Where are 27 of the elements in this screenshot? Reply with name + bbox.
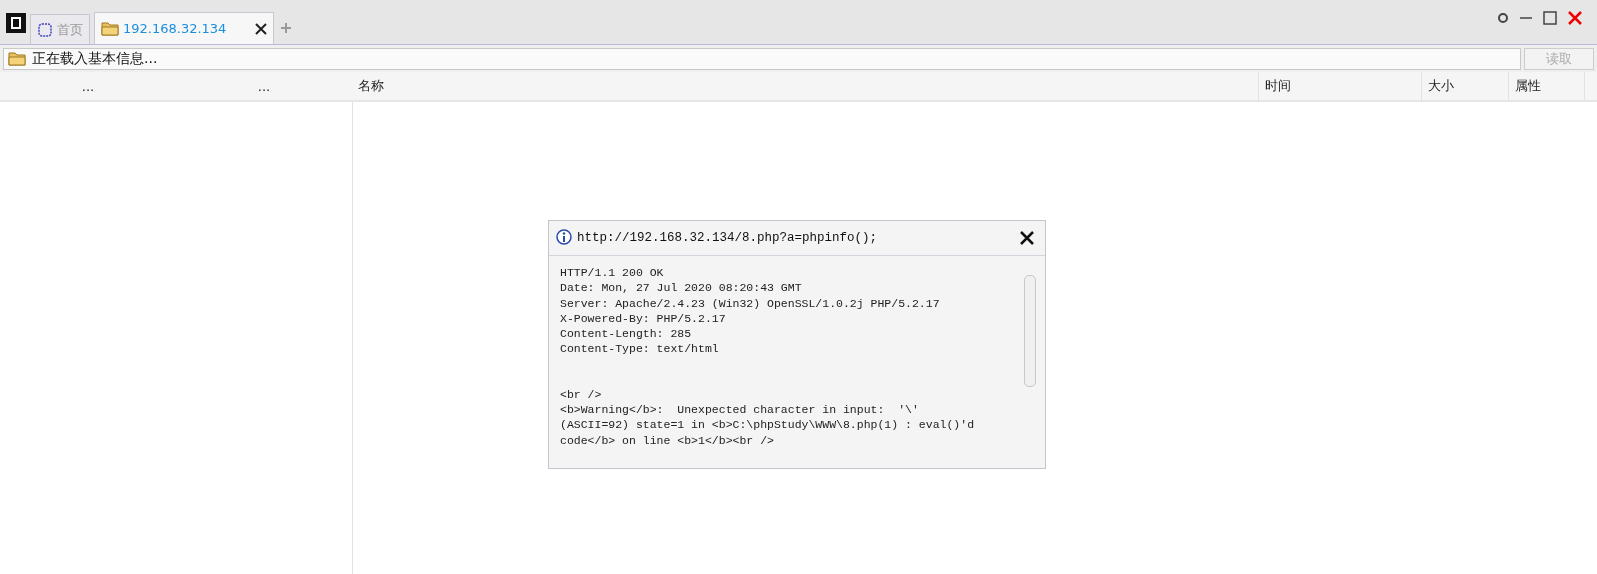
column-header[interactable]: 大小	[1422, 72, 1509, 100]
close-icon[interactable]	[1019, 230, 1035, 246]
response-line: <b>Warning</b>: Unexpected character in input: '\'	[560, 402, 920, 418]
dialog-title: http://192.168.32.134/8.php?a=phpinfo();	[577, 231, 879, 245]
column-header[interactable]: 时间	[1259, 72, 1422, 100]
response-line: HTTP/1.1 200 OK	[560, 265, 665, 281]
response-line: Server: Apache/2.4.23 (Win32) OpenSSL/1.0.2j PHP/5.2.17	[560, 295, 941, 311]
response-line: <br />	[560, 386, 603, 403]
response-line: code</b> on line <b>1</b><br />	[560, 432, 775, 448]
folder-icon	[101, 21, 119, 36]
response-line: Content-Length: 285	[560, 326, 693, 342]
folder-icon	[8, 51, 26, 66]
maximize-icon[interactable]	[1543, 11, 1557, 25]
response-line: Content-Type: text/html	[560, 341, 720, 357]
address-field[interactable]: 正在载入基本信息...	[3, 47, 1521, 70]
response-line: X-Powered-By: PHP/5.2.17	[560, 310, 727, 327]
dashed-square-icon	[37, 21, 53, 38]
circle-icon[interactable]	[1497, 12, 1509, 24]
column-header[interactable]: ...	[0, 72, 176, 100]
column-header[interactable]: 名称	[352, 72, 1259, 100]
info-icon	[555, 229, 573, 247]
app-logo-icon[interactable]	[6, 13, 26, 33]
column-header[interactable]: 属性	[1509, 72, 1585, 100]
close-icon[interactable]	[255, 22, 267, 35]
response-line: (ASCII=92) state=1 in <b>C:\phpStudy\WWW\8.php(1) : eval()'d	[560, 417, 976, 433]
column-header[interactable]: ...	[176, 72, 352, 100]
response-line: Date: Mon, 27 Jul 2020 08:20:43 GMT	[560, 280, 803, 296]
